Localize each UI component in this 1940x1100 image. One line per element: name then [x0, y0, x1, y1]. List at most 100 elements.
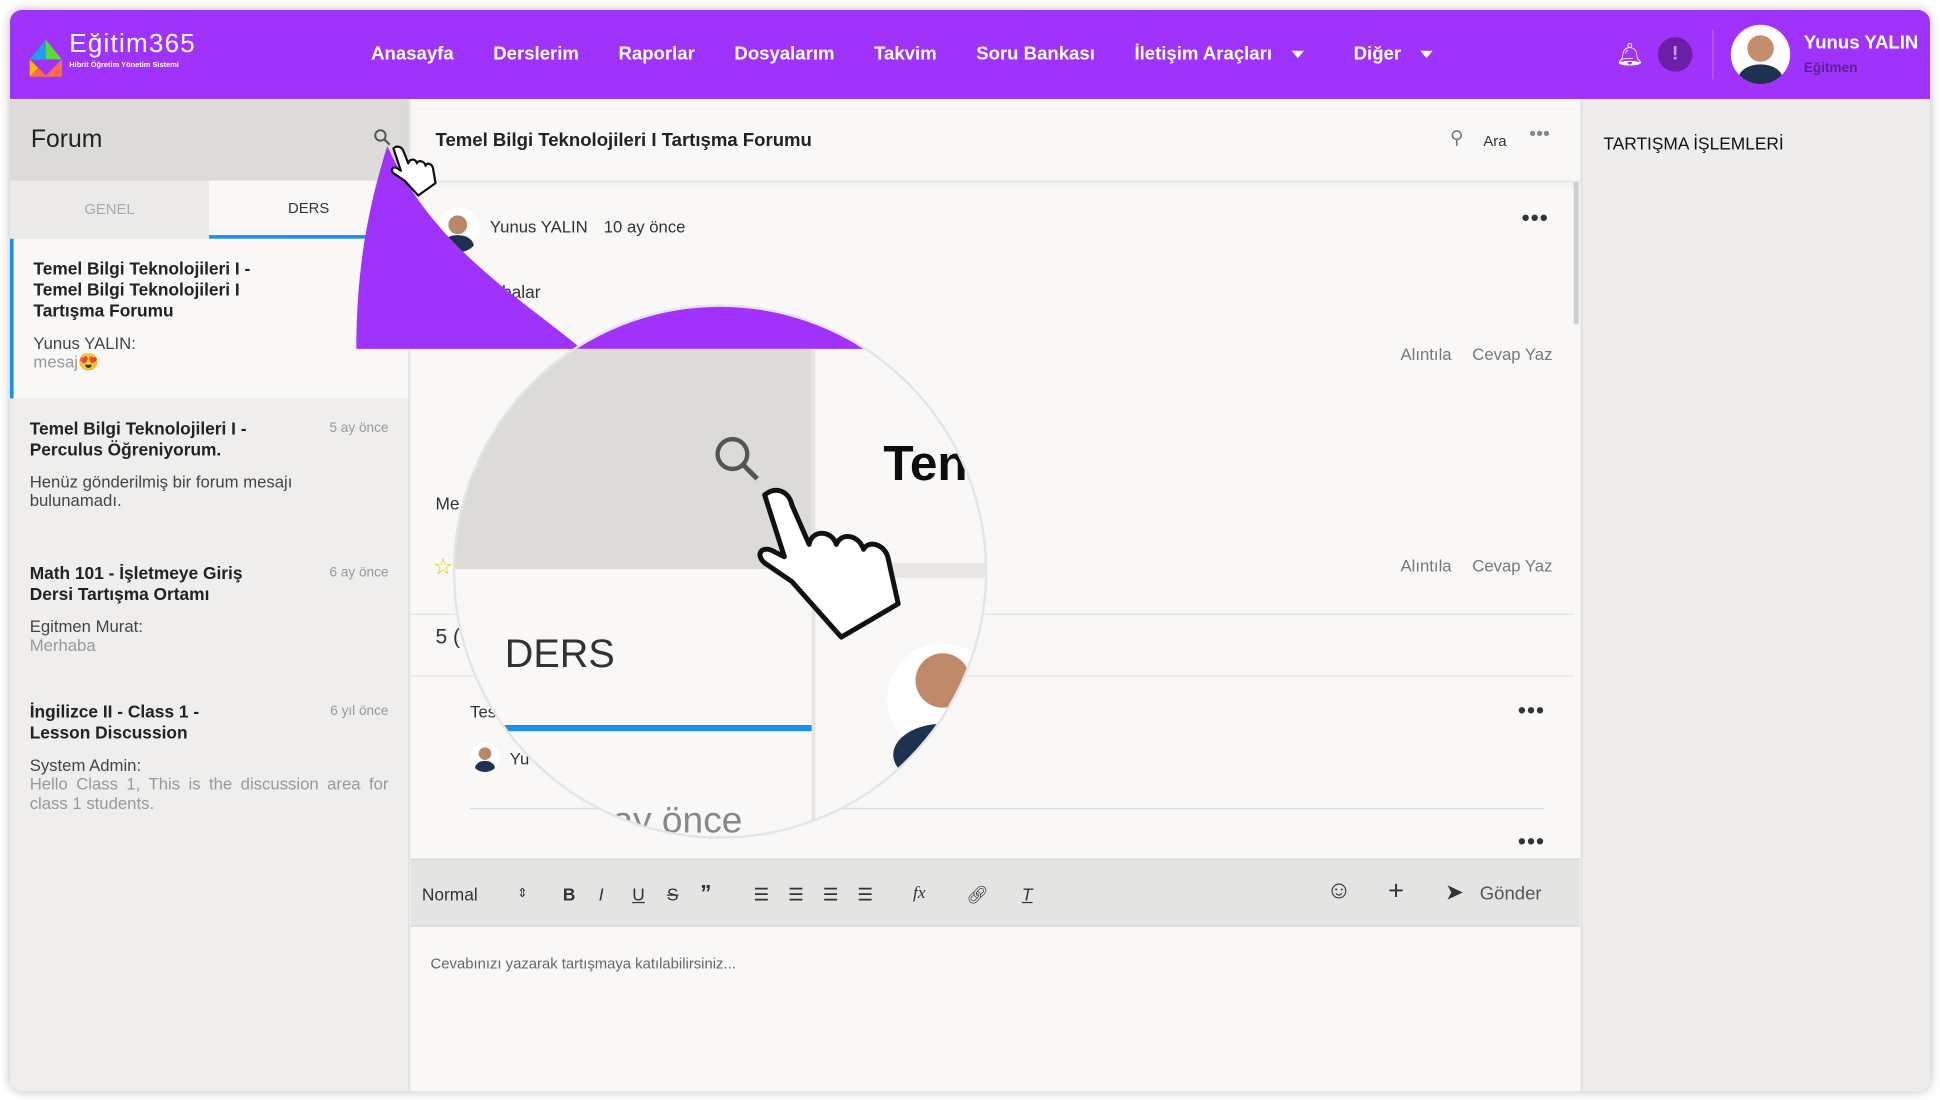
forum-main: Temel Bilgi Teknolojileri I Tartışma For… [410, 98, 1580, 1092]
reply-button[interactable]: Cevap Yaz [1472, 557, 1552, 576]
more-icon[interactable]: ••• [1529, 124, 1550, 146]
search-label[interactable]: Ara [1483, 132, 1506, 149]
brand-tagline: Hibrit Öğretim Yönetim Sistemi [69, 61, 179, 70]
quote-button[interactable]: Alıntıla [1401, 557, 1452, 576]
forum-title: Temel Bilgi Teknolojileri I Tartışma For… [435, 129, 812, 151]
item-time: 6 yıl önce [330, 703, 389, 719]
send-button[interactable]: Gönder [1480, 883, 1542, 904]
quote-button[interactable]: Alıntıla [1401, 345, 1452, 364]
forum-sidebar: Forum GENEL DERS Temel Bilgi Teknolojile… [9, 98, 410, 1092]
item-message: Hello Class 1, This is the discussion ar… [29, 774, 389, 813]
sidebar-tabs: GENEL DERS [9, 180, 409, 239]
avatar [435, 207, 481, 253]
tab-genel[interactable]: GENEL [9, 180, 210, 239]
more-icon[interactable]: ••• [1518, 698, 1545, 724]
formula-icon[interactable]: fx [913, 885, 926, 905]
post-text: Me [435, 493, 460, 514]
reply-button[interactable]: Cevap Yaz [1472, 345, 1552, 364]
nav-soru-bankasi[interactable]: Soru Bankası [976, 43, 1095, 64]
quote-icon[interactable]: ” [700, 881, 711, 907]
search-icon[interactable]: ⚲ [1450, 126, 1464, 148]
scrollbar[interactable] [1573, 181, 1579, 325]
star-icon[interactable]: ☆ [433, 554, 453, 580]
send-icon[interactable]: ➤ [1445, 880, 1464, 906]
plus-icon[interactable]: + [1388, 875, 1404, 907]
list-item[interactable]: Temel Bilgi Teknolojileri I - Temel Bilg… [9, 238, 409, 399]
editor-toolbar: Normal ⇕ B I U S ” ☰ ☰ ☰ ☰ fx 🔗︎ T ☺ + ➤… [410, 858, 1580, 927]
select-arrows-icon[interactable]: ⇕ [517, 887, 527, 901]
emoji-icon[interactable]: ☺ [1326, 877, 1351, 905]
sidebar-title: Forum [30, 126, 103, 154]
item-title: İngilizce II - Class 1 - Lesson Discussi… [29, 701, 200, 743]
alert-icon[interactable]: ! [1657, 37, 1693, 72]
list-item[interactable]: İngilizce II - Class 1 - Lesson Discussi… [10, 682, 408, 832]
logo[interactable]: Eğitim365 Hibrit Öğretim Yönetim Sistemi [27, 30, 196, 79]
nav-diger[interactable]: Diğer [1354, 43, 1434, 64]
tab-ders[interactable]: DERS [209, 180, 409, 239]
divider [470, 807, 1545, 810]
avatar[interactable] [1730, 24, 1791, 85]
item-message: Henüz gönderilmiş bir forum mesajı bulun… [29, 472, 293, 510]
item-time: 6 ay önce [329, 565, 389, 581]
divider [410, 613, 1574, 615]
format-select[interactable]: Normal [422, 885, 478, 905]
post-time: 10 ay önce [603, 217, 686, 237]
list-item[interactable]: Math 101 - İşletmeye Giriş Dersi Tartışm… [10, 543, 408, 682]
more-icon[interactable]: ••• [1518, 829, 1545, 855]
item-title: Temel Bilgi Teknolojileri I - Temel Bilg… [33, 258, 251, 321]
more-icon[interactable]: ••• [1522, 205, 1549, 231]
bell-icon[interactable]: 🔔︎ [1616, 42, 1644, 68]
nav-diger-label: Diğer [1353, 43, 1402, 65]
chevron-down-icon [1420, 50, 1434, 58]
user-name[interactable]: Yunus YALIN [1804, 32, 1918, 53]
chevron-down-icon [1291, 50, 1305, 58]
outdent-icon[interactable]: ☰ [823, 885, 839, 906]
strike-icon[interactable]: S [667, 885, 679, 905]
actions-panel: TARTIŞMA İŞLEMLERİ [1581, 98, 1931, 1092]
item-message: mesaj😍 [33, 352, 99, 372]
user-role: Eğitmen [1803, 60, 1858, 76]
logo-icon [29, 39, 62, 77]
item-title: Temel Bilgi Teknolojileri I - Perculus Ö… [29, 418, 247, 460]
brand-name: Eğitim365 [69, 29, 196, 59]
reply-author: Yu [509, 749, 530, 769]
panel-title: TARTIŞMA İŞLEMLERİ [1603, 133, 1784, 154]
item-author: Yunus YALIN: [33, 334, 136, 353]
item-time: 4 ay [362, 261, 389, 276]
item-author: System Admin: [29, 755, 142, 775]
forum-header: Temel Bilgi Teknolojileri I Tartışma For… [410, 99, 1580, 182]
clear-format-icon[interactable]: T [1022, 885, 1033, 905]
nav-derslerim[interactable]: Derslerim [493, 43, 579, 64]
divider [1712, 29, 1714, 80]
reply-text: Tes [470, 702, 497, 722]
item-title: Math 101 - İşletmeye Giriş Dersi Tartışm… [29, 562, 243, 604]
link-icon[interactable]: 🔗︎ [966, 885, 988, 906]
bullet-list-icon[interactable]: ☰ [788, 885, 804, 906]
list-item[interactable]: Temel Bilgi Teknolojileri I - Perculus Ö… [10, 398, 408, 543]
post-author[interactable]: Yunus YALIN [490, 218, 588, 237]
avatar [470, 742, 500, 773]
top-bar: Eğitim365 Hibrit Öğretim Yönetim Sistemi… [9, 9, 1931, 99]
nav-raporlar[interactable]: Raporlar [619, 43, 695, 64]
app-window: Eğitim365 Hibrit Öğretim Yönetim Sistemi… [9, 9, 1931, 1092]
indent-icon[interactable]: ☰ [857, 885, 873, 906]
search-icon[interactable] [374, 129, 391, 150]
nav-iletisim-label: İletişim Araçları [1134, 43, 1272, 65]
italic-icon[interactable]: I [599, 885, 604, 905]
sidebar-header: Forum [9, 98, 409, 181]
post-text: abalar [492, 282, 541, 302]
bold-icon[interactable]: B [563, 885, 576, 905]
underline-icon[interactable]: U [632, 885, 645, 905]
ordered-list-icon[interactable]: ☰ [753, 885, 769, 906]
item-author: Egitmen Murat: [29, 617, 143, 636]
reply-count: 5 ( [435, 624, 461, 649]
nav-anasayfa[interactable]: Anasayfa [371, 43, 454, 64]
item-message: Merhaba [29, 635, 96, 655]
item-time: 5 ay önce [329, 420, 389, 436]
divider [410, 675, 1574, 677]
reply-input[interactable]: Cevabınızı yazarak tartışmaya katılabili… [431, 955, 736, 972]
nav-dosyalarim[interactable]: Dosyalarım [734, 43, 834, 64]
nav-iletisim[interactable]: İletişim Araçları [1134, 43, 1305, 65]
nav-takvim[interactable]: Takvim [874, 43, 937, 64]
main-nav: Anasayfa Derslerim Raporlar Dosyalarım T… [371, 43, 1434, 65]
